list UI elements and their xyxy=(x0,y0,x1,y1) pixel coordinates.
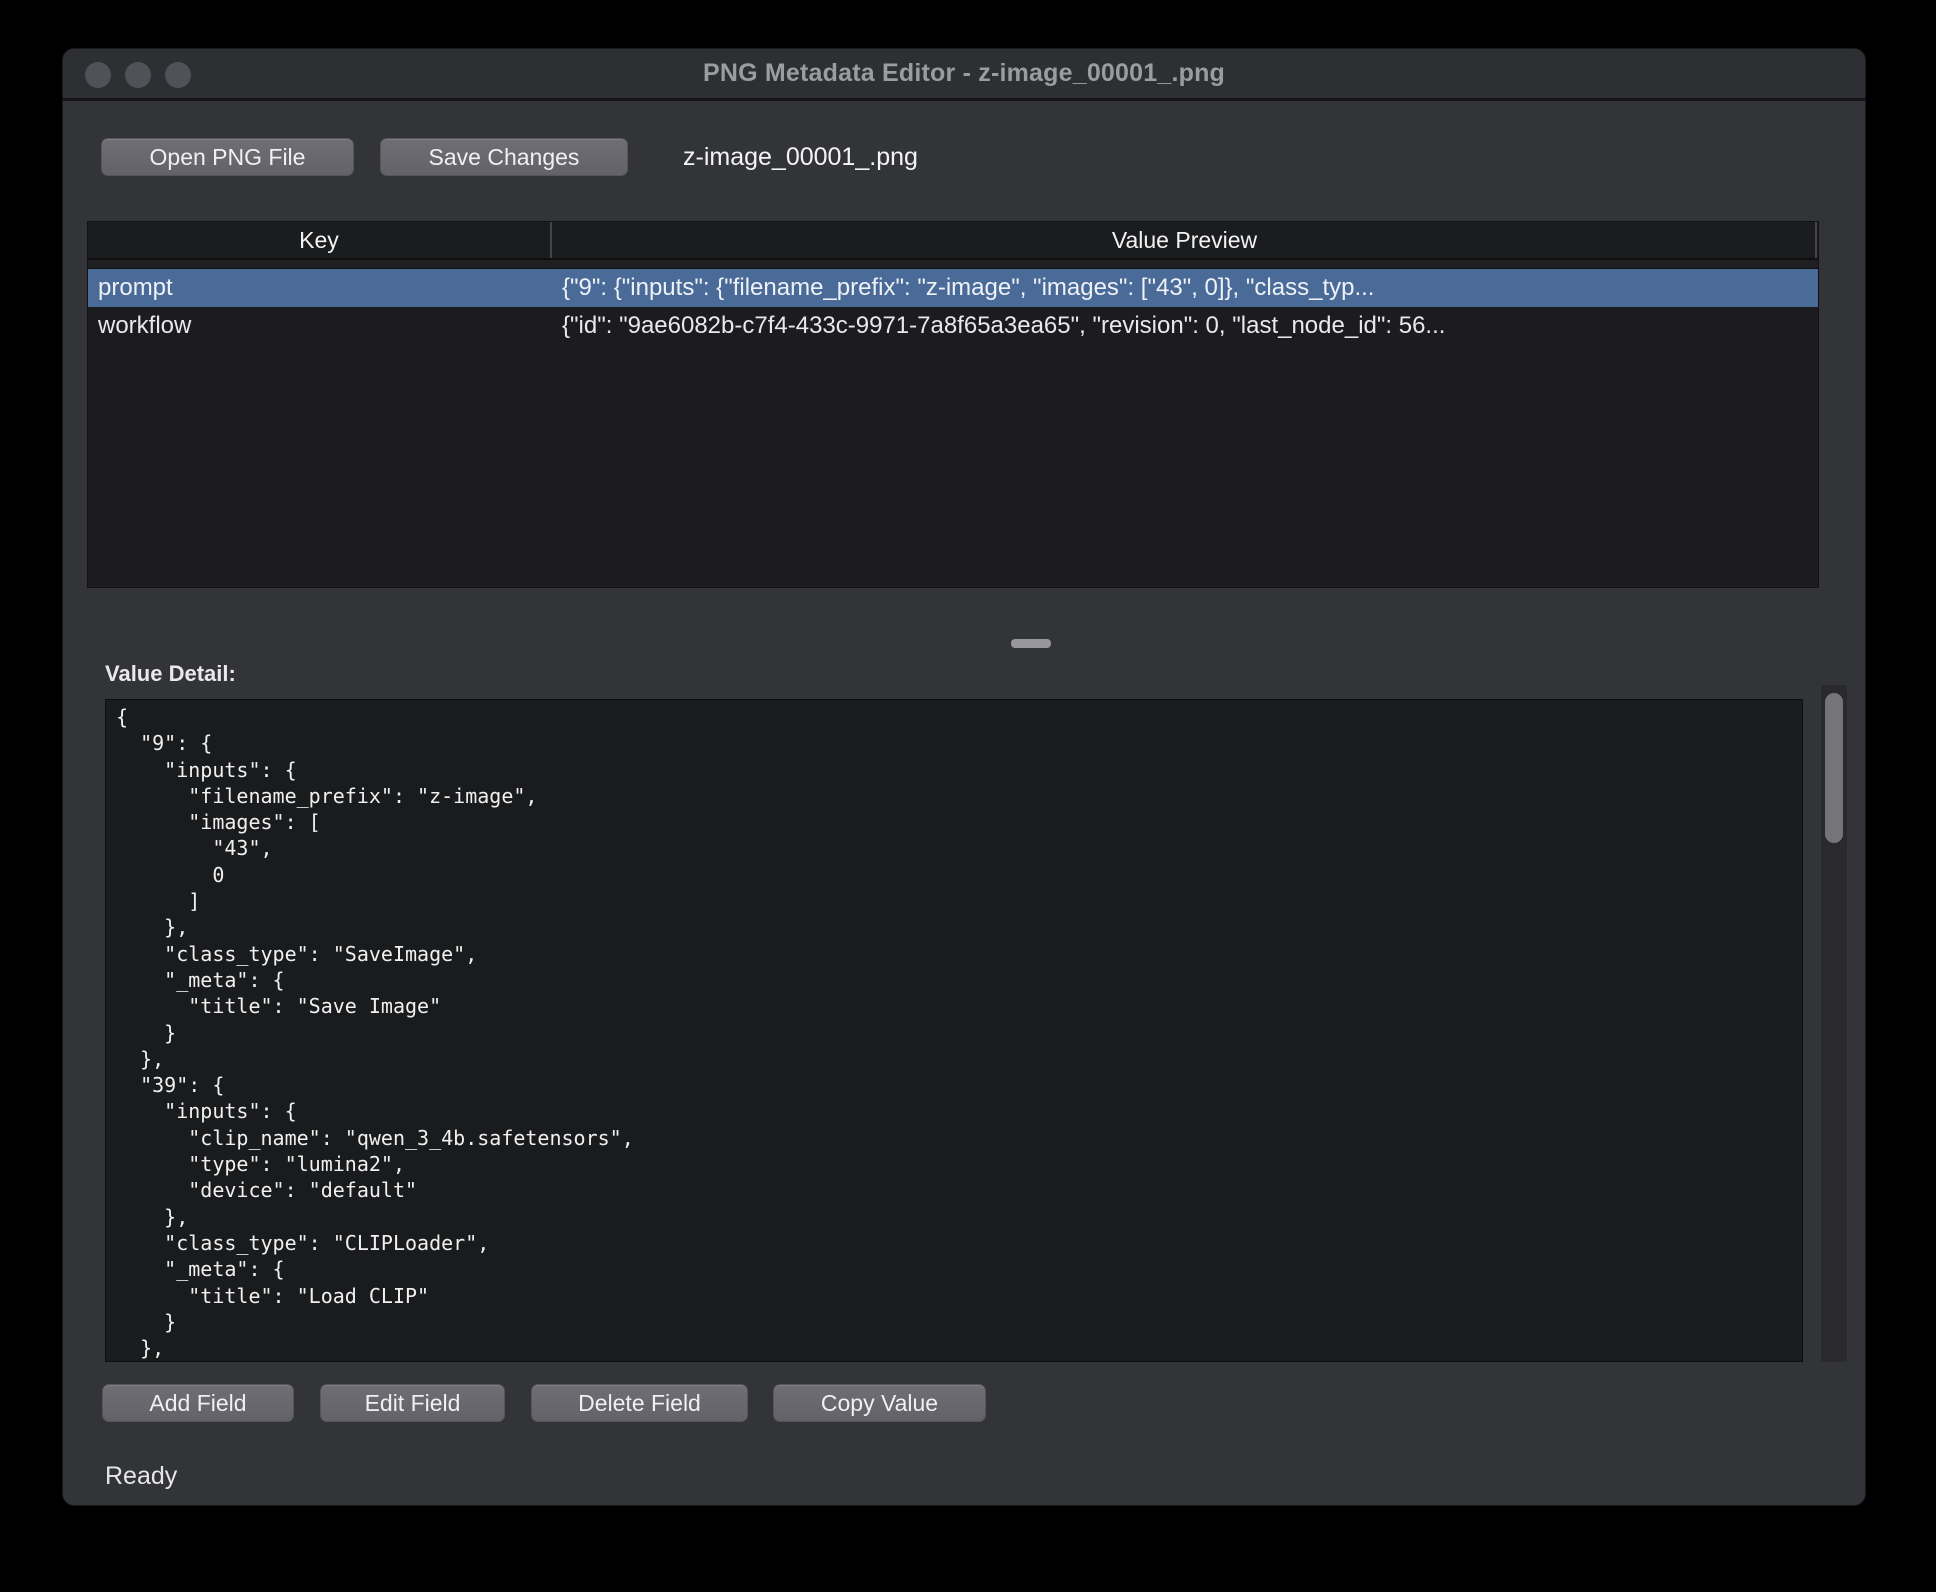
title-bar[interactable]: PNG Metadata Editor - z-image_00001_.png xyxy=(63,49,1865,101)
splitter-handle[interactable] xyxy=(1011,639,1051,648)
table-row-prompt[interactable]: prompt {"9": {"inputs": {"filename_prefi… xyxy=(88,269,1818,307)
table-row-workflow[interactable]: workflow {"id": "9ae6082b-c7f4-433c-9971… xyxy=(88,307,1818,345)
row-value-preview: {"9": {"inputs": {"filename_prefix": "z-… xyxy=(562,274,1818,302)
row-value-preview: {"id": "9ae6082b-c7f4-433c-9971-7a8f65a3… xyxy=(562,312,1818,340)
value-detail-content: { "9": { "inputs": { "filename_prefix": … xyxy=(116,704,1802,1362)
row-key: workflow xyxy=(98,312,548,340)
delete-field-button[interactable]: Delete Field xyxy=(531,1384,748,1422)
save-changes-button[interactable]: Save Changes xyxy=(380,138,628,176)
header-row-gap xyxy=(88,260,1818,269)
close-button[interactable] xyxy=(85,62,111,88)
add-field-button[interactable]: Add Field xyxy=(102,1384,294,1422)
current-filename: z-image_00001_.png xyxy=(683,143,918,172)
window-controls xyxy=(85,49,191,101)
metadata-table: Key Value Preview prompt {"9": {"inputs"… xyxy=(87,221,1819,588)
value-detail-textarea[interactable]: { "9": { "inputs": { "filename_prefix": … xyxy=(105,699,1803,1362)
value-detail-label: Value Detail: xyxy=(105,661,236,687)
window-title: PNG Metadata Editor - z-image_00001_.png xyxy=(703,59,1225,88)
column-header-key[interactable]: Key xyxy=(88,222,552,258)
row-key: prompt xyxy=(98,274,548,302)
detail-scrollbar-track[interactable] xyxy=(1821,685,1847,1362)
open-png-file-button[interactable]: Open PNG File xyxy=(101,138,354,176)
edit-field-button[interactable]: Edit Field xyxy=(320,1384,505,1422)
app-window: PNG Metadata Editor - z-image_00001_.png… xyxy=(62,48,1866,1506)
zoom-button[interactable] xyxy=(165,62,191,88)
minimize-button[interactable] xyxy=(125,62,151,88)
table-header: Key Value Preview xyxy=(88,222,1818,260)
column-header-value-preview[interactable]: Value Preview xyxy=(554,222,1817,258)
status-message: Ready xyxy=(105,1462,177,1491)
detail-scrollbar-thumb[interactable] xyxy=(1825,693,1843,843)
copy-value-button[interactable]: Copy Value xyxy=(773,1384,986,1422)
